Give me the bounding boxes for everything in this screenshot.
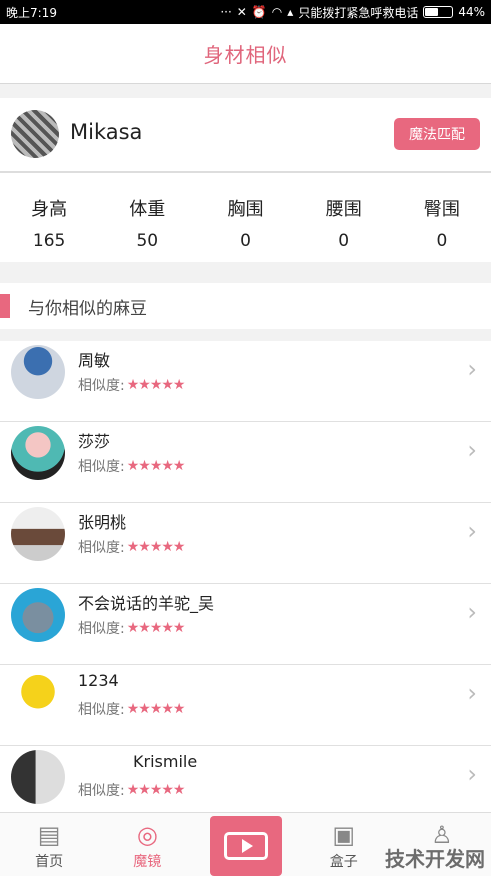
list-item[interactable]: 周敏 相似度: ★★★★★ ›: [0, 341, 491, 422]
model-name: 1234: [78, 671, 119, 690]
star-rating-icon: ★★★★★: [126, 701, 186, 717]
list-item[interactable]: 张明桃 相似度: ★★★★★ ›: [0, 503, 491, 584]
section-title: 与你相似的麻豆: [28, 298, 147, 319]
more-icon: ···: [220, 5, 232, 19]
chevron-right-icon: ›: [467, 679, 477, 707]
similarity: 相似度: ★★★★★: [78, 537, 186, 557]
model-name: 莎莎: [78, 432, 111, 451]
tab-label: 首页: [35, 854, 64, 870]
similarity-label: 相似度:: [78, 621, 125, 637]
avatar: [11, 507, 65, 561]
avatar: [11, 588, 65, 642]
measure-waist: 腰围 0: [295, 173, 393, 262]
video-camera-button[interactable]: [210, 816, 282, 876]
list-item[interactable]: 莎莎 相似度: ★★★★★ ›: [0, 422, 491, 503]
list-item[interactable]: 不会说话的羊驼_吴 相似度: ★★★★★ ›: [0, 584, 491, 665]
measure-label: 身高: [31, 199, 68, 220]
similarity: 相似度: ★★★★★: [78, 375, 186, 395]
user-avatar[interactable]: [11, 110, 59, 158]
similarity: 相似度: ★★★★★: [78, 780, 186, 800]
measure-label: 腰围: [325, 199, 362, 220]
measure-height: 身高 165: [0, 173, 98, 262]
status-right: ··· ✕ ⏰ ◠ ▴ 只能拨打紧急呼救电话 44%: [220, 4, 485, 21]
measure-value: 165: [32, 231, 66, 251]
star-rating-icon: ★★★★★: [126, 458, 186, 474]
similarity-label: 相似度:: [78, 702, 125, 718]
chevron-right-icon: ›: [467, 517, 477, 545]
page-title: 身材相似: [203, 43, 288, 67]
measure-value: 0: [338, 231, 350, 251]
watermark: 技术开发网: [385, 847, 485, 871]
chevron-right-icon: ›: [467, 436, 477, 464]
similarity: 相似度: ★★★★★: [78, 618, 186, 638]
measure-label: 臀围: [423, 199, 460, 220]
measure-value: 0: [436, 231, 448, 251]
list-item[interactable]: 1234 相似度: ★★★★★ ›: [0, 665, 491, 746]
home-icon: ▤: [37, 821, 61, 849]
magic-match-button[interactable]: 魔法匹配: [394, 118, 480, 150]
status-bar: 晚上7:19 ··· ✕ ⏰ ◠ ▴ 只能拨打紧急呼救电话 44%: [0, 0, 491, 24]
gift-box-icon: ▣: [332, 821, 356, 849]
signal-icon: ▴: [287, 5, 294, 19]
tab-box[interactable]: ▣ 盒子: [295, 813, 393, 876]
star-rating-icon: ★★★★★: [126, 782, 186, 798]
avatar: [11, 426, 65, 480]
measure-weight: 体重 50: [98, 173, 196, 262]
measure-label: 体重: [129, 199, 166, 220]
similar-models-header: 与你相似的麻豆: [0, 283, 491, 329]
model-name: 不会说话的羊驼_吴: [78, 594, 215, 613]
tab-label: 魔镜: [133, 854, 162, 870]
status-time: 晚上7:19: [6, 5, 57, 20]
similar-models-list: 周敏 相似度: ★★★★★ › 莎莎 相似度: ★★★★★ › 张明桃 相似度:…: [0, 341, 491, 827]
measure-bust: 胸围 0: [196, 173, 294, 262]
measure-value: 0: [240, 231, 251, 251]
section-accent-bar: [0, 294, 10, 318]
chevron-right-icon: ›: [467, 760, 477, 788]
similarity-label: 相似度:: [78, 378, 125, 394]
video-camera-icon: [224, 832, 268, 860]
battery-icon: [423, 6, 454, 18]
tab-mirror[interactable]: ◎ 魔镜: [98, 813, 196, 876]
model-name: Krismile: [133, 752, 198, 771]
model-name: 张明桃: [78, 513, 127, 532]
user-name: Mikasa: [70, 120, 143, 144]
profile-card: Mikasa 魔法匹配: [0, 98, 491, 172]
alarm-icon: ⏰: [251, 5, 267, 19]
star-rating-icon: ★★★★★: [126, 539, 186, 555]
similarity: 相似度: ★★★★★: [78, 699, 186, 719]
mute-icon: ✕: [236, 5, 247, 19]
chevron-right-icon: ›: [467, 355, 477, 383]
carrier-text: 只能拨打紧急呼救电话: [298, 5, 419, 20]
measure-label: 胸围: [227, 199, 264, 220]
similarity-label: 相似度:: [78, 459, 125, 475]
similarity: 相似度: ★★★★★: [78, 456, 186, 476]
avatar: [11, 345, 65, 399]
mirror-icon: ◎: [136, 821, 158, 849]
measurements-row: 身高 165 体重 50 胸围 0 腰围 0 臀围 0: [0, 172, 491, 262]
measure-hip: 臀围 0: [393, 173, 491, 262]
avatar: [11, 669, 65, 723]
star-rating-icon: ★★★★★: [126, 377, 186, 393]
model-name: 周敏: [78, 351, 111, 370]
chevron-right-icon: ›: [467, 598, 477, 626]
battery-percent: 44%: [458, 5, 485, 19]
similarity-label: 相似度:: [78, 540, 125, 556]
title-bar: 身材相似: [0, 24, 491, 84]
star-rating-icon: ★★★★★: [126, 620, 186, 636]
similarity-label: 相似度:: [78, 783, 125, 799]
tab-home[interactable]: ▤ 首页: [0, 813, 98, 876]
tab-label: 盒子: [329, 854, 358, 870]
avatar: [11, 750, 65, 804]
measure-value: 50: [136, 231, 159, 251]
wifi-icon: ◠: [271, 5, 283, 19]
